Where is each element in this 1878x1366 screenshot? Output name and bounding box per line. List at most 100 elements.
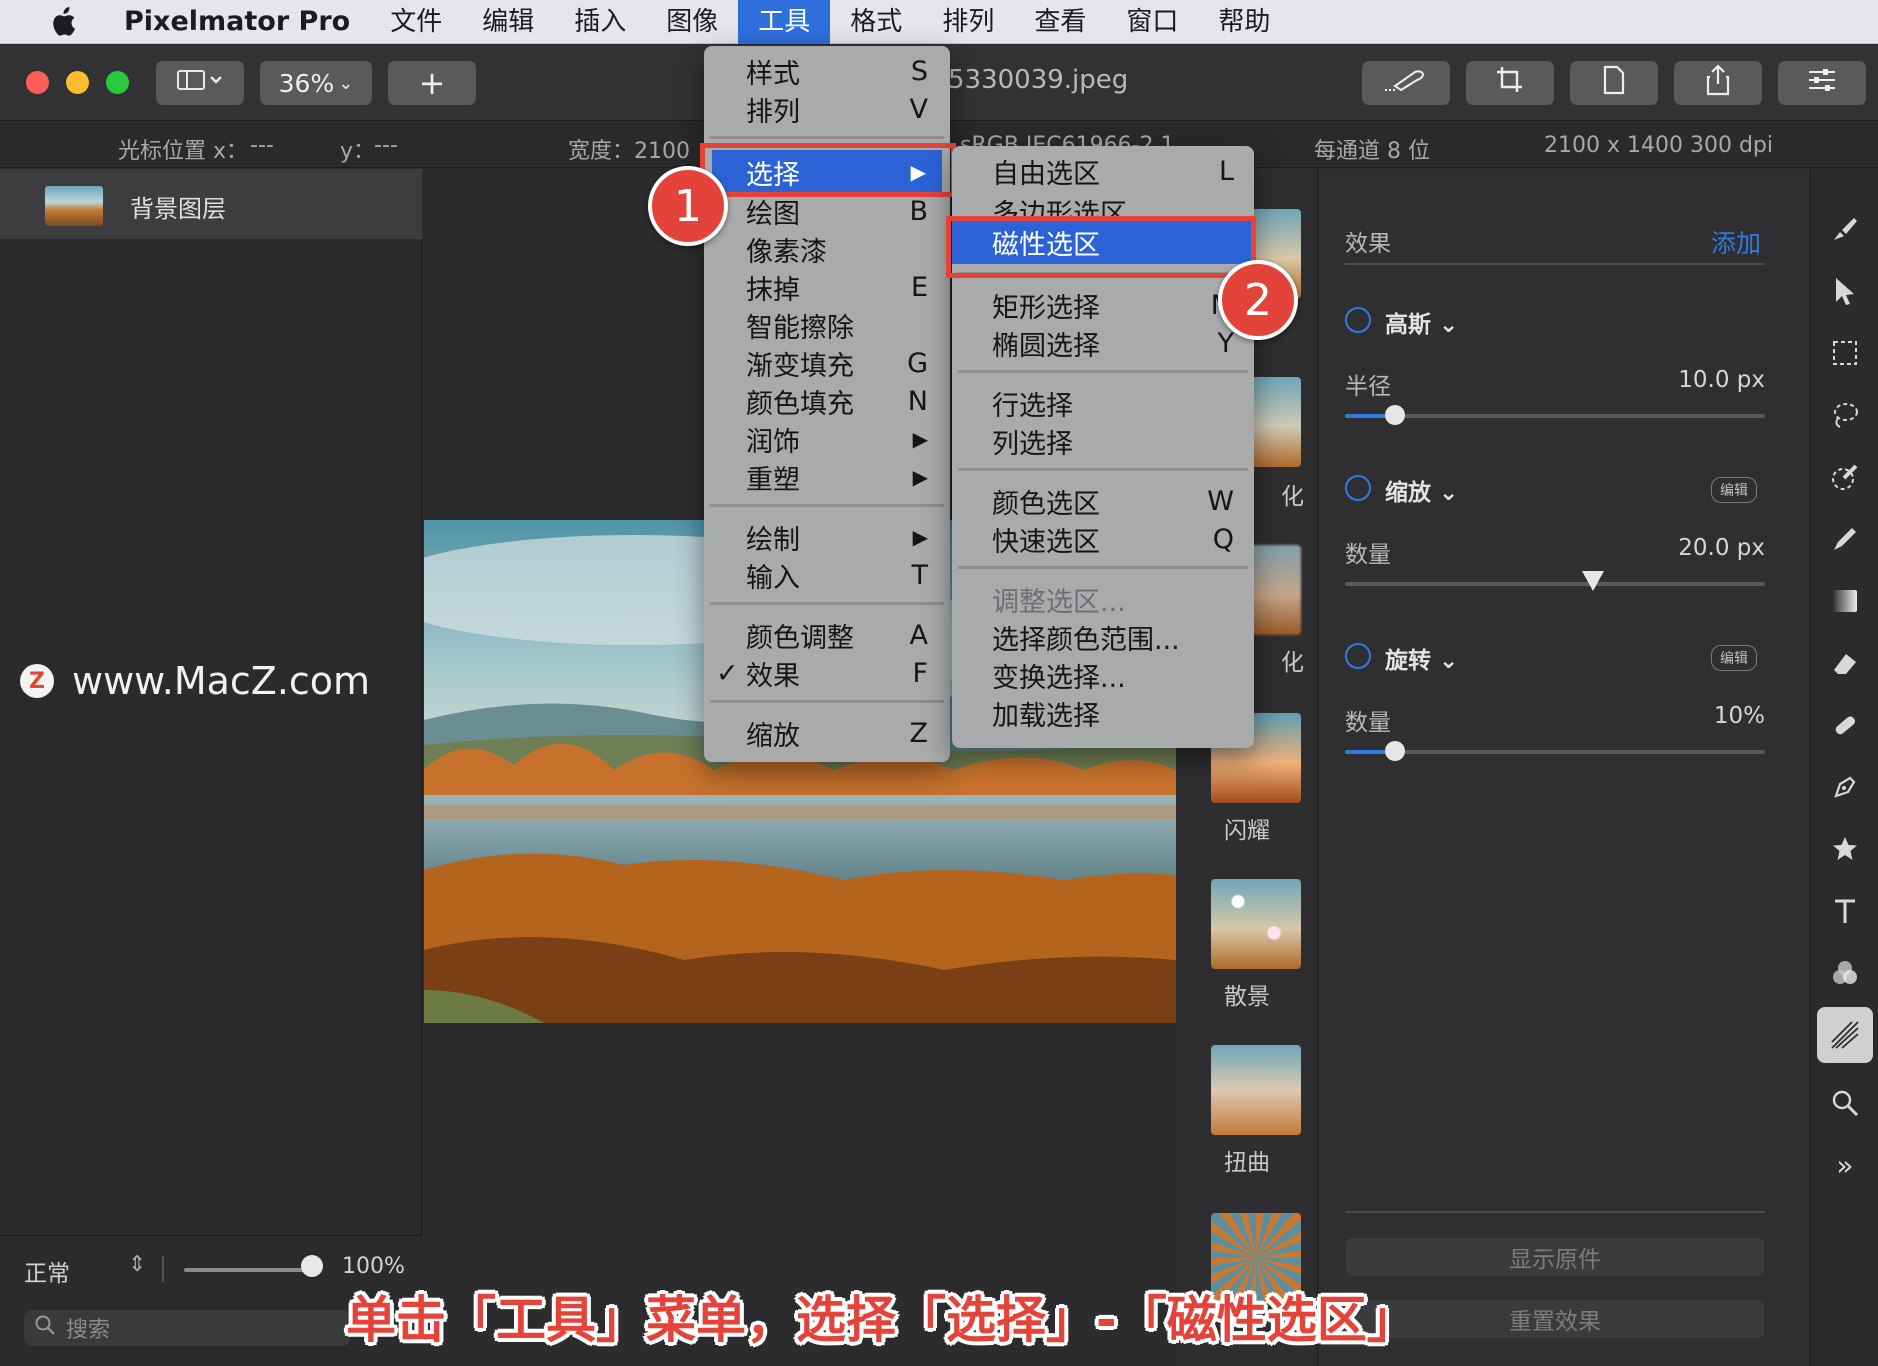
layer-search-input[interactable]: 搜索 [24, 1310, 350, 1346]
menu-item-draw[interactable]: 绘制 ▶ [704, 518, 950, 556]
layer-row[interactable]: 背景图层 [0, 169, 422, 239]
effect-toggle-spin[interactable] [1345, 643, 1371, 669]
stepper-icon[interactable]: ⇕ [128, 1252, 146, 1277]
close-window-button[interactable] [26, 71, 49, 94]
arrange-icon[interactable] [1823, 269, 1867, 313]
opacity-slider-knob[interactable] [301, 1255, 323, 1277]
menu-item-color-adjust[interactable]: 颜色调整 A [704, 616, 950, 654]
shortcut: E [910, 271, 928, 303]
effect-name-spin[interactable]: 旋转 ⌄ [1385, 641, 1458, 675]
effect-thumbnail-distort[interactable] [1211, 1045, 1301, 1135]
menu-item-distort[interactable]: 重塑 ▶ [704, 458, 950, 496]
menu-image[interactable]: 图像 [646, 0, 738, 44]
share-button[interactable] [1674, 61, 1762, 105]
tools-sidebar: » [1810, 169, 1878, 1366]
radius-slider[interactable] [1345, 414, 1765, 418]
repair-icon[interactable] [1823, 703, 1867, 747]
menu-item-effects[interactable]: ✓ 效果 F [704, 654, 950, 692]
effect-name-gaussian[interactable]: 高斯 ⌄ [1385, 305, 1458, 339]
menu-item-pixel-paint[interactable]: 像素漆 [704, 230, 950, 268]
menu-item-style[interactable]: 样式 S [704, 52, 950, 90]
menu-item-color-fill[interactable]: 颜色填充 N [704, 382, 950, 420]
rect-select-icon[interactable] [1823, 331, 1867, 375]
blend-mode-select[interactable]: 正常 [24, 1254, 70, 1288]
amount-slider-knob[interactable] [1385, 741, 1406, 761]
menu-item-zoom[interactable]: 缩放 Z [704, 714, 950, 752]
menu-format[interactable]: 格式 [830, 0, 922, 44]
param-value: 10% [1713, 703, 1765, 729]
menu-app-name[interactable]: Pixelmator Pro [104, 0, 370, 44]
zoom-dropdown[interactable]: 36% ⌄ [260, 61, 372, 105]
menu-item-load-selection[interactable]: 加载选择 [952, 694, 1254, 732]
menu-item-transform-selection[interactable]: 变换选择... [952, 656, 1254, 694]
menu-item-freehand-select[interactable]: 自由选区 L [952, 152, 1254, 190]
gradient-icon[interactable] [1823, 579, 1867, 623]
lasso-icon[interactable] [1823, 393, 1867, 437]
type-icon[interactable] [1823, 889, 1867, 933]
zoom-window-button[interactable] [106, 71, 129, 94]
menu-item-retouch[interactable]: 润饰 ▶ [704, 420, 950, 458]
amount-slider[interactable] [1345, 750, 1765, 754]
effect-toggle-gaussian[interactable] [1345, 307, 1371, 333]
param-label: 数量 [1345, 710, 1391, 736]
minimize-window-button[interactable] [66, 71, 89, 94]
menu-item-label: 渐变填充 [746, 350, 854, 382]
menu-item-ellipse-select[interactable]: 椭圆选择 Y [952, 324, 1254, 362]
brush-icon[interactable] [1823, 207, 1867, 251]
edit-button[interactable]: 编辑 [1711, 477, 1757, 503]
menu-window[interactable]: 窗口 [1106, 0, 1198, 44]
adjustments-button[interactable] [1778, 61, 1866, 105]
param-label: 半径 [1345, 374, 1391, 400]
menu-view[interactable]: 查看 [1014, 0, 1106, 44]
shape-icon[interactable] [1823, 827, 1867, 871]
menu-item-column-select[interactable]: 列选择 [952, 422, 1254, 460]
color-adjust-icon[interactable] [1823, 951, 1867, 995]
menu-item-quick-select[interactable]: 快速选区 Q [952, 520, 1254, 558]
menu-item-rect-select[interactable]: 矩形选择M [952, 286, 1254, 324]
menu-help[interactable]: 帮助 [1198, 0, 1290, 44]
amount-slider[interactable] [1345, 582, 1765, 586]
menu-item-erase[interactable]: 抹掉 E [704, 268, 950, 306]
more-tools-icon[interactable]: » [1823, 1143, 1867, 1187]
pencil-icon[interactable] [1823, 517, 1867, 561]
menu-item-gradient-fill[interactable]: 渐变填充 G [704, 344, 950, 382]
menu-insert[interactable]: 插入 [554, 0, 646, 44]
sidebar-toggle-button[interactable] [156, 61, 244, 105]
submenu-arrow-icon: ▶ [912, 525, 928, 549]
crop-button[interactable] [1466, 61, 1554, 105]
menu-item-paint[interactable]: 绘图 B [704, 192, 950, 230]
amount-slider-knob[interactable] [1581, 571, 1604, 591]
effect-toggle-zoom[interactable] [1345, 475, 1371, 501]
menu-edit[interactable]: 编辑 [462, 0, 554, 44]
menu-item-smart-erase[interactable]: 智能擦除 [704, 306, 950, 344]
menu-item-row-select[interactable]: 行选择 [952, 384, 1254, 422]
pen-icon[interactable] [1823, 765, 1867, 809]
radius-slider-knob[interactable] [1385, 405, 1406, 425]
menu-item-polygon-select[interactable]: 多边形选区 [952, 188, 1254, 218]
menu-item-label: 润饰 [746, 426, 800, 458]
menu-tools[interactable]: 工具 [738, 0, 831, 44]
add-button[interactable]: + [388, 61, 476, 105]
zoom-icon[interactable] [1823, 1081, 1867, 1125]
effect-thumbnail-bokeh[interactable] [1211, 879, 1301, 969]
apple-icon[interactable] [42, 6, 82, 37]
effects-icon[interactable] [1817, 1007, 1873, 1063]
add-effect-button[interactable]: 添加 [1711, 224, 1761, 260]
erase-icon[interactable] [1823, 641, 1867, 685]
paint-icon[interactable] [1823, 455, 1867, 499]
show-original-button[interactable]: 显示原件 [1346, 1238, 1764, 1276]
edit-button[interactable]: 编辑 [1711, 645, 1757, 671]
opacity-slider[interactable] [184, 1268, 312, 1272]
menu-item-arrange[interactable]: 排列 V [704, 90, 950, 128]
menu-item-color-select[interactable]: 颜色选区 W [952, 482, 1254, 520]
menu-file[interactable]: 文件 [370, 0, 462, 44]
shortcut: Q [1212, 523, 1234, 555]
divider [1345, 263, 1765, 265]
menu-item-select-color-range[interactable]: 选择颜色范围... [952, 618, 1254, 656]
effect-name-zoom[interactable]: 缩放 ⌄ [1385, 473, 1458, 507]
format-brush-button[interactable] [1362, 61, 1450, 105]
menu-separator [958, 566, 1248, 569]
export-document-button[interactable] [1570, 61, 1658, 105]
menu-item-type[interactable]: 输入 T [704, 556, 950, 594]
menu-arrange[interactable]: 排列 [922, 0, 1014, 44]
